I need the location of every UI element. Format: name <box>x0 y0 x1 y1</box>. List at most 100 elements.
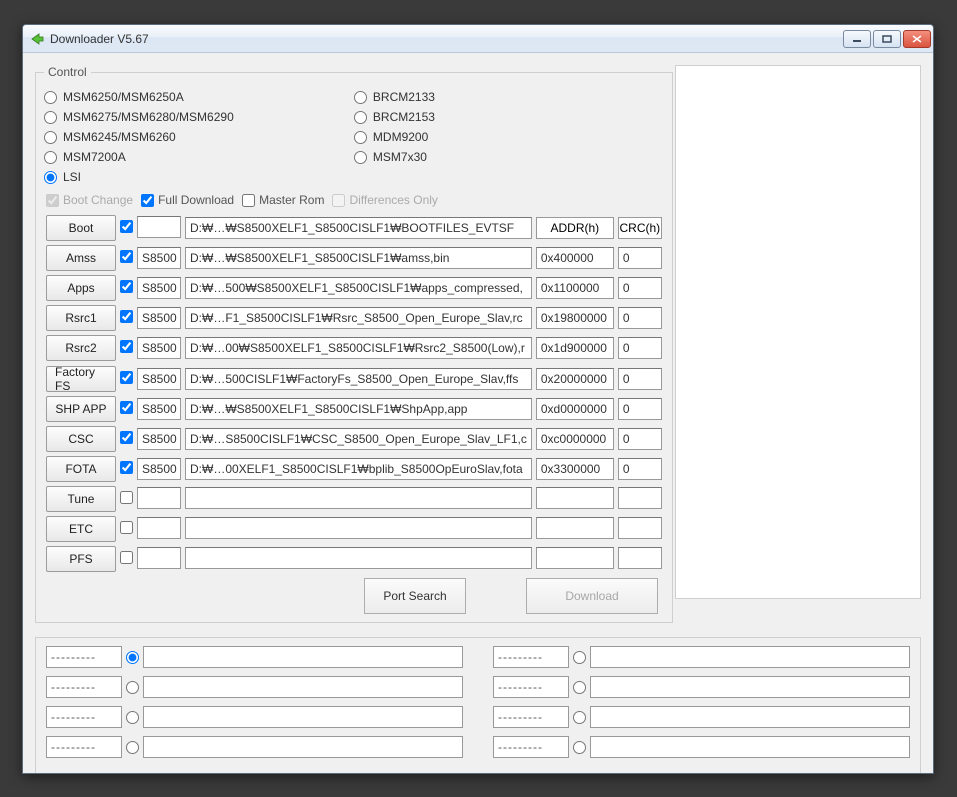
file-enable-checkbox[interactable] <box>120 340 133 353</box>
chipset-radio-input[interactable] <box>354 151 367 164</box>
file-select-button[interactable]: Rsrc1 <box>46 305 116 331</box>
full-download-option[interactable]: Full Download <box>141 193 234 207</box>
file-path-field[interactable]: D:₩…500₩S8500XELF1_S8500CISLF1₩apps_comp… <box>185 277 532 299</box>
chipset-radio[interactable]: MSM6245/MSM6260 <box>44 127 354 147</box>
file-path-field[interactable]: D:₩…00XELF1_S8500CISLF1₩bplib_S8500OpEur… <box>185 458 532 480</box>
file-select-button[interactable]: ETC <box>46 516 116 542</box>
download-button[interactable]: Download <box>526 578 658 614</box>
crc-field[interactable] <box>618 487 662 509</box>
model-field[interactable]: S8500 <box>137 398 181 420</box>
chipset-radio[interactable]: MSM6250/MSM6250A <box>44 87 354 107</box>
crc-field[interactable]: 0 <box>618 307 662 329</box>
file-path-field[interactable]: D:₩…00₩S8500XELF1_S8500CISLF1₩Rsrc2_S850… <box>185 337 532 359</box>
model-field[interactable] <box>137 216 181 238</box>
addr-field[interactable]: 0x19800000 <box>536 307 614 329</box>
file-path-field[interactable]: D:₩…F1_S8500CISLF1₩Rsrc_S8500_Open_Europ… <box>185 307 532 329</box>
addr-field[interactable] <box>536 547 614 569</box>
chipset-radio-input[interactable] <box>44 171 57 184</box>
chipset-radio[interactable]: MSM7200A <box>44 147 354 167</box>
chipset-radio-input[interactable] <box>44 131 57 144</box>
file-enable-checkbox[interactable] <box>120 371 133 384</box>
file-enable-checkbox[interactable] <box>120 431 133 444</box>
model-field[interactable]: S8500 <box>137 307 181 329</box>
port-radio[interactable] <box>573 651 586 664</box>
chipset-radio-input[interactable] <box>44 91 57 104</box>
file-enable-checkbox[interactable] <box>120 280 133 293</box>
crc-field[interactable]: 0 <box>618 428 662 450</box>
model-field[interactable]: S8500 <box>137 337 181 359</box>
port-radio[interactable] <box>126 651 139 664</box>
maximize-button[interactable] <box>873 30 901 48</box>
addr-field[interactable]: 0x400000 <box>536 247 614 269</box>
file-enable-checkbox[interactable] <box>120 491 133 504</box>
chipset-radio[interactable]: LSI <box>44 167 354 187</box>
model-field[interactable] <box>137 517 181 539</box>
chipset-radio-input[interactable] <box>44 151 57 164</box>
file-path-field[interactable]: D:₩…500CISLF1₩FactoryFs_S8500_Open_Europ… <box>185 368 532 390</box>
file-select-button[interactable]: Apps <box>46 275 116 301</box>
model-field[interactable]: S8500 <box>137 247 181 269</box>
file-path-field[interactable]: D:₩…₩S8500XELF1_S8500CISLF1₩ShpApp,app <box>185 398 532 420</box>
chipset-radio-input[interactable] <box>44 111 57 124</box>
model-field[interactable] <box>137 487 181 509</box>
file-enable-checkbox[interactable] <box>120 220 133 233</box>
model-field[interactable]: S8500 <box>137 458 181 480</box>
addr-field[interactable]: 0x3300000 <box>536 458 614 480</box>
master-rom-option[interactable]: Master Rom <box>242 193 324 207</box>
chipset-radio[interactable]: MSM6275/MSM6280/MSM6290 <box>44 107 354 127</box>
file-enable-checkbox[interactable] <box>120 401 133 414</box>
file-enable-checkbox[interactable] <box>120 250 133 263</box>
port-radio[interactable] <box>573 681 586 694</box>
file-select-button[interactable]: PFS <box>46 546 116 572</box>
file-path-field[interactable] <box>185 517 532 539</box>
file-enable-checkbox[interactable] <box>120 461 133 474</box>
file-path-field[interactable]: D:₩…₩S8500XELF1_S8500CISLF1₩amss,bin <box>185 247 532 269</box>
crc-field[interactable]: 0 <box>618 277 662 299</box>
file-enable-checkbox[interactable] <box>120 551 133 564</box>
model-field[interactable]: S8500 <box>137 368 181 390</box>
crc-field[interactable]: 0 <box>618 458 662 480</box>
file-select-button[interactable]: FOTA <box>46 456 116 482</box>
chipset-radio[interactable]: BRCM2133 <box>354 87 664 107</box>
crc-field[interactable]: 0 <box>618 398 662 420</box>
port-radio[interactable] <box>126 681 139 694</box>
file-select-button[interactable]: Boot <box>46 215 116 241</box>
crc-field[interactable]: 0 <box>618 337 662 359</box>
file-select-button[interactable]: Tune <box>46 486 116 512</box>
file-path-field[interactable]: D:₩…₩S8500XELF1_S8500CISLF1₩BOOTFILES_EV… <box>185 217 532 239</box>
model-field[interactable]: S8500 <box>137 277 181 299</box>
file-enable-checkbox[interactable] <box>120 521 133 534</box>
chipset-radio-input[interactable] <box>354 111 367 124</box>
addr-field[interactable]: 0x20000000 <box>536 368 614 390</box>
chipset-radio-input[interactable] <box>354 131 367 144</box>
crc-field[interactable] <box>618 547 662 569</box>
file-select-button[interactable]: CSC <box>46 426 116 452</box>
model-field[interactable]: S8500 <box>137 428 181 450</box>
chipset-radio-input[interactable] <box>354 91 367 104</box>
model-field[interactable] <box>137 547 181 569</box>
chipset-radio[interactable]: MSM7x30 <box>354 147 664 167</box>
file-path-field[interactable]: D:₩…S8500CISLF1₩CSC_S8500_Open_Europe_Sl… <box>185 428 532 450</box>
file-select-button[interactable]: Factory FS <box>46 366 116 392</box>
addr-field[interactable]: 0xc0000000 <box>536 428 614 450</box>
port-radio[interactable] <box>573 711 586 724</box>
file-select-button[interactable]: SHP APP <box>46 396 116 422</box>
chipset-radio[interactable]: MDM9200 <box>354 127 664 147</box>
addr-field[interactable]: 0x1100000 <box>536 277 614 299</box>
port-radio[interactable] <box>573 741 586 754</box>
full-download-checkbox[interactable] <box>141 194 154 207</box>
port-radio[interactable] <box>126 741 139 754</box>
addr-field[interactable] <box>536 487 614 509</box>
file-path-field[interactable] <box>185 487 532 509</box>
addr-field[interactable] <box>536 517 614 539</box>
master-rom-checkbox[interactable] <box>242 194 255 207</box>
chipset-radio[interactable]: BRCM2153 <box>354 107 664 127</box>
port-search-button[interactable]: Port Search <box>364 578 466 614</box>
file-select-button[interactable]: Amss <box>46 245 116 271</box>
port-radio[interactable] <box>126 711 139 724</box>
crc-field[interactable]: 0 <box>618 247 662 269</box>
addr-field[interactable]: 0xd0000000 <box>536 398 614 420</box>
crc-field[interactable]: 0 <box>618 368 662 390</box>
addr-field[interactable]: 0x1d900000 <box>536 337 614 359</box>
close-button[interactable] <box>903 30 931 48</box>
